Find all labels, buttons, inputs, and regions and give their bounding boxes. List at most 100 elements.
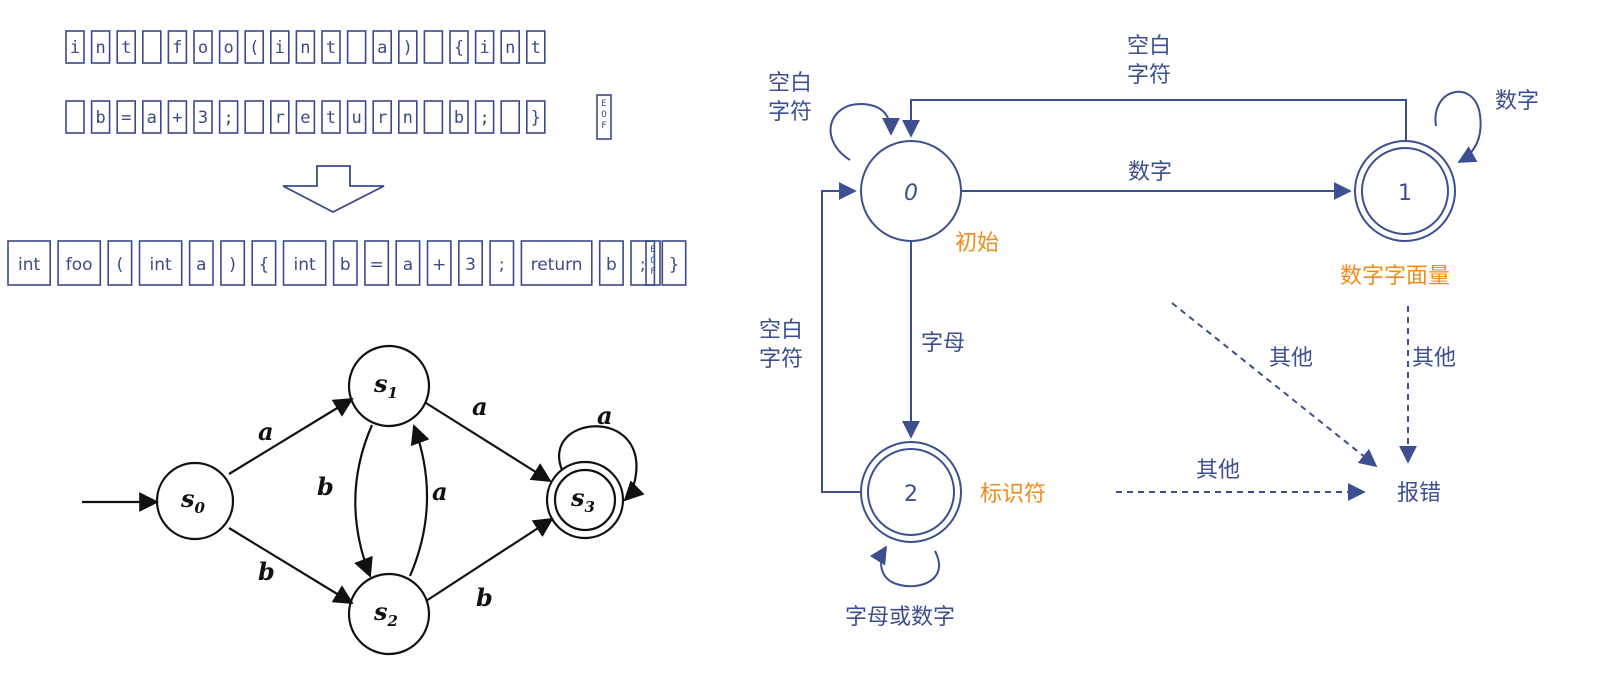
edge-label-q1-q0-2: 字符 [1127,63,1171,88]
svg-text:n: n [505,38,515,58]
token-box: = [364,240,390,286]
q1-label: 1 [1398,181,1412,206]
char-row-1-cell [142,30,162,64]
svg-text:int: int [150,255,172,275]
svg-text:foo: foo [66,255,93,275]
svg-text:a: a [403,255,413,275]
edge-q2-q0 [821,182,861,493]
edge-s2-s1 [408,424,430,577]
svg-text:;: ; [640,255,646,275]
char-row-1-cell [346,30,367,64]
char-row-1-cell: t [321,30,341,64]
char-row-1-cell: n [90,30,111,64]
edge-label-s2-s1: a [432,477,448,506]
edge-label-q2-loop: 字母或数字 [845,605,955,630]
s3-label: s3 [570,483,595,516]
edge-label-q2-err: 其他 [1196,458,1240,483]
svg-text:b: b [454,108,464,128]
char-row-1-cell: n [500,30,521,64]
char-row-2-cell: ; [474,100,495,134]
edge-label-q0-q1: 数字 [1128,160,1172,185]
q0-label: 0 [904,181,918,206]
token-box: int [138,240,183,286]
svg-text:a: a [147,108,157,128]
svg-text:+: + [172,108,182,128]
svg-text:a: a [377,38,387,58]
token-row: int foo (int a) {int b = a +3; return b;} [7,240,687,286]
char-row-2-cell [244,100,264,134]
error-label: 报错 [1397,481,1441,506]
token-box: return [520,240,593,286]
token-box: a [188,240,214,286]
svg-text:return: return [531,255,583,275]
svg-text:e: e [300,108,310,128]
figure-canvas: int f o o(i n t a) {i n t b = a +3; return b; } E… [0,0,1601,686]
token-box: { [251,240,277,286]
svg-text:{: { [258,255,269,275]
char-row-1-cell: i [65,30,85,64]
svg-text:b: b [606,255,617,275]
char-row-1-cell: ( [244,30,264,64]
edge-label-mid-err: 其他 [1269,346,1313,371]
svg-text:n: n [403,108,413,128]
q0-note: 初始 [955,231,999,256]
svg-text:int: int [18,255,40,275]
svg-text:i: i [479,38,489,58]
svg-text:i: i [70,38,80,58]
char-row-1-cell: i [269,30,290,64]
edge-label-q2-q0-2: 字符 [759,347,803,372]
char-row-2-cell: r [372,100,393,134]
char-row-1-cell [423,30,444,64]
svg-text:r: r [275,108,285,128]
char-row-1-cell: n [295,30,316,64]
svg-text:r: r [377,108,387,128]
edge-s1-s2 [354,424,374,578]
s0-label: s0 [180,484,206,517]
dfa-diagram [82,344,645,656]
svg-text:int: int [294,255,316,275]
svg-text:=: = [121,108,131,128]
edge-label-q1-loop: 数字 [1495,89,1539,114]
svg-text:{: { [454,38,464,58]
char-row-2-cell [423,100,444,134]
svg-text:EOF: EOF [601,99,606,131]
edge-label-s1-s3: a [472,392,488,421]
char-row-1-cell: o [193,30,213,64]
q2-label: 2 [904,482,918,507]
svg-text:f: f [172,38,182,58]
s1-label: s1 [373,369,398,402]
edge-label-q1-err: 其他 [1412,346,1456,371]
svg-text:n: n [95,38,105,58]
svg-text:EOF: EOF [650,245,655,277]
char-row-2-cell: r [269,100,290,134]
char-row-1: int f o o(i n t a) {i n t [65,30,546,64]
char-row-2-cell: = [116,100,136,134]
svg-text:t: t [326,108,336,128]
svg-text:a: a [196,255,206,275]
edge-label-s0-s1: a [258,417,274,446]
q2-note: 标识符 [980,482,1046,507]
svg-text:o: o [223,38,233,58]
svg-text:b: b [340,255,351,275]
token-box: b [598,240,624,286]
svg-text:i: i [275,38,285,58]
svg-text:3: 3 [465,255,476,275]
char-row-2-cell: n [397,100,418,134]
q1-note: 数字字面量 [1340,264,1450,289]
edge-label-q0-loop-2: 字符 [768,100,812,125]
edge-q1-loop [1434,90,1482,163]
token-box: + [426,240,452,286]
char-row-2-cell: e [295,100,316,134]
edge-s0-s1 [228,397,354,475]
lexer-labels: 0 1 2 报错 空白 字符 空白 字符 数字 数字 字母 空白 字符 字母或数… [759,34,1539,630]
token-box: foo [57,240,102,286]
edge-q2-loop [869,545,941,588]
token-box: 3 [457,240,483,286]
svg-text:t: t [531,38,541,58]
char-row-1-cell: { [449,30,469,64]
eof-box-1: EOF [596,94,612,140]
char-row-1-cell: a [372,30,393,64]
edge-label-s3-loop: a [597,401,613,430]
svg-text:t: t [326,38,336,58]
char-row-1-cell: o [218,30,239,64]
